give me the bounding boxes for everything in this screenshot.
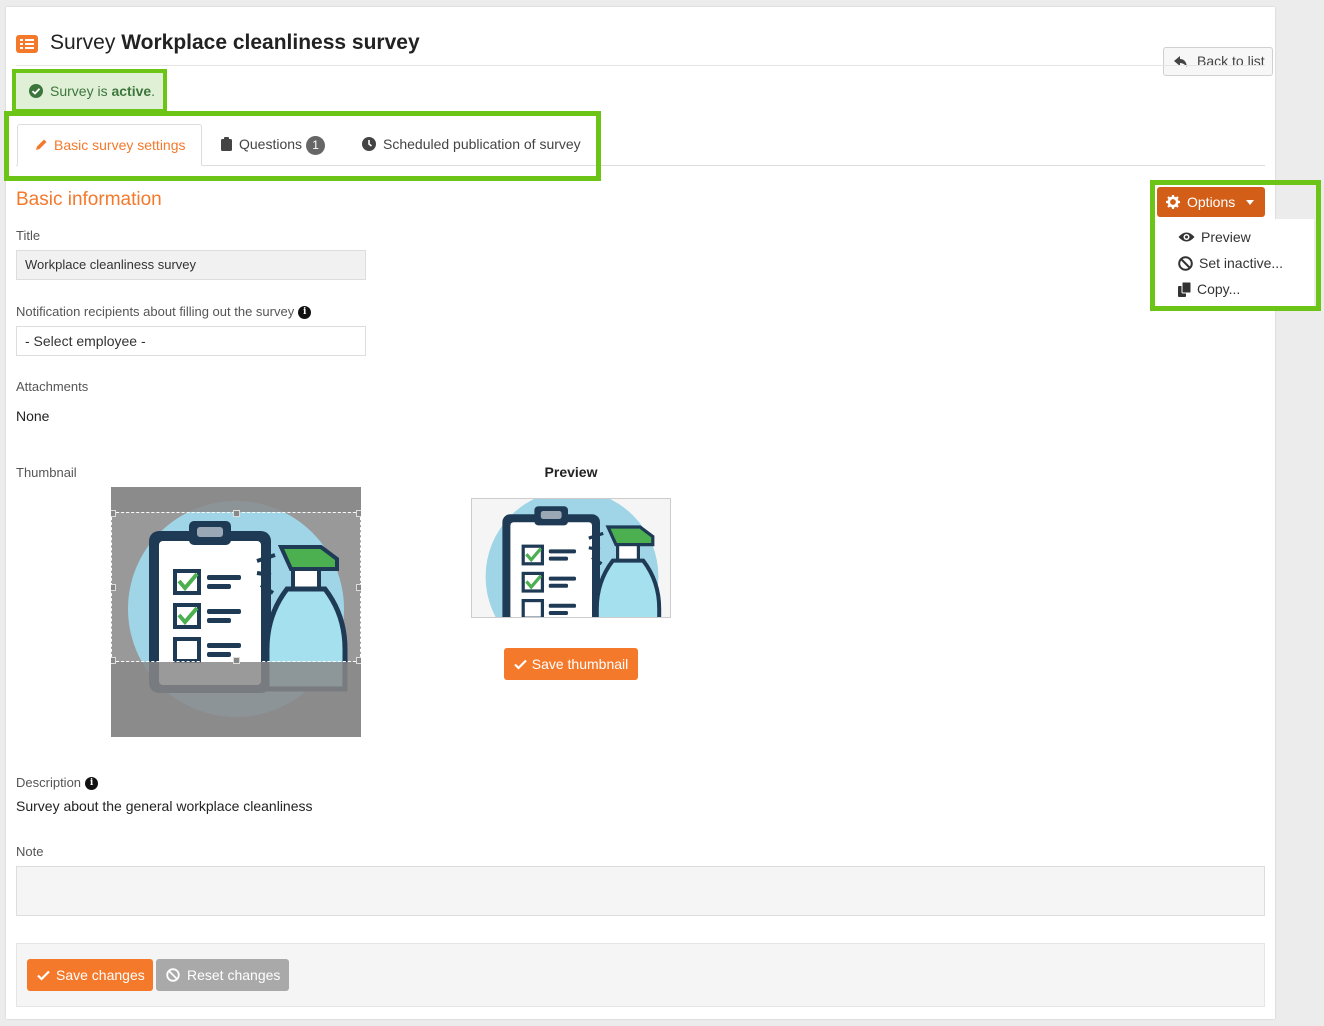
check-icon <box>37 970 50 981</box>
attachments-label: Attachments <box>16 379 89 394</box>
section-title: Basic information <box>16 189 162 210</box>
description-label: Description i <box>16 775 99 791</box>
crop-handle[interactable] <box>111 657 116 664</box>
title-field[interactable]: Workplace cleanliness survey <box>16 250 366 280</box>
note-textarea[interactable] <box>16 866 1265 916</box>
crop-handle[interactable] <box>111 584 116 591</box>
info-icon[interactable]: i <box>298 306 312 320</box>
preview-heading: Preview <box>544 464 598 480</box>
crop-handle[interactable] <box>356 657 361 664</box>
save-thumbnail-label: Save thumbnail <box>531 656 629 672</box>
description-label-text: Description <box>16 775 82 790</box>
page-title: Survey Workplace cleanliness survey <box>50 31 420 55</box>
alert-prefix: Survey is <box>50 83 108 99</box>
thumbnail-label: Thumbnail <box>16 465 77 480</box>
crop-handle[interactable] <box>111 510 116 517</box>
back-to-list-button[interactable]: Back to list <box>1163 47 1273 76</box>
description-value: Survey about the general workplace clean… <box>16 798 313 814</box>
note-label: Note <box>16 844 44 859</box>
alert-status: active <box>111 83 152 99</box>
reset-changes-label: Reset changes <box>187 967 281 983</box>
highlight-frame-options <box>1150 180 1321 311</box>
crop-selection-box[interactable] <box>111 510 361 664</box>
check-circle-icon <box>29 84 43 98</box>
survey-name: Workplace cleanliness survey <box>121 31 420 54</box>
title-field-label: Title <box>16 228 41 243</box>
reply-icon <box>1174 56 1187 67</box>
save-changes-label: Save changes <box>56 967 145 983</box>
recipients-field-label: Notification recipients about filling ou… <box>16 304 312 320</box>
list-icon <box>16 35 38 53</box>
crop-handle[interactable] <box>356 584 361 591</box>
save-thumbnail-button[interactable]: Save thumbnail <box>504 648 638 680</box>
crop-handle[interactable] <box>356 510 361 517</box>
highlight-frame-tabs <box>4 111 601 181</box>
attachments-value: None <box>16 408 50 424</box>
info-icon[interactable]: i <box>85 777 99 791</box>
survey-status-alert: Survey is active. <box>16 73 163 109</box>
reset-changes-button[interactable]: Reset changes <box>156 959 289 991</box>
header-divider <box>16 65 1265 66</box>
check-icon <box>513 659 527 670</box>
thumbnail-preview <box>471 498 671 618</box>
title-prefix: Survey <box>50 31 116 54</box>
cleaning-checklist-image <box>483 499 662 617</box>
alert-suffix: . <box>151 83 156 99</box>
recipients-select[interactable]: - Select employee - <box>16 326 366 356</box>
page-panel: Survey Workplace cleanliness survey Back… <box>4 7 1321 1019</box>
ban-icon <box>166 968 180 982</box>
crop-handle[interactable] <box>233 510 240 517</box>
recipients-label-text: Notification recipients about filling ou… <box>16 304 295 319</box>
back-to-list-label: Back to list <box>1197 53 1265 69</box>
save-changes-button[interactable]: Save changes <box>27 959 153 991</box>
crop-handle[interactable] <box>233 657 240 664</box>
thumbnail-cropper[interactable] <box>111 487 361 737</box>
